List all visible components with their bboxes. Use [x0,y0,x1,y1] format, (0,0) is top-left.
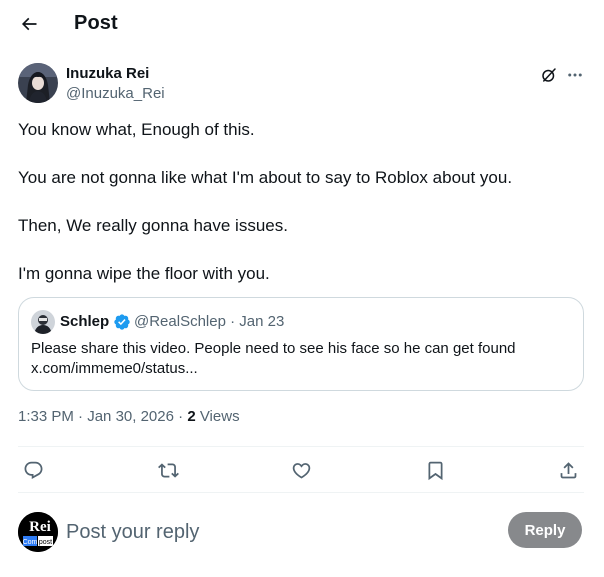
reply-composer: Rei Com post Reply [18,507,584,557]
grok-icon [542,68,556,82]
quote-link[interactable]: x.com/immeme0/status... [31,359,571,379]
current-user-avatar-image: Rei Com post [18,512,58,552]
reply-input[interactable] [66,518,466,546]
post-author: Inuzuka Rei @Inuzuka_Rei [18,63,588,105]
reply-icon [24,461,42,479]
back-button[interactable] [16,11,42,37]
post-actions [18,447,584,492]
current-user-avatar-lettering: Rei [29,519,51,535]
share-icon [560,461,576,478]
post-text: You know what, Enough of this. You are n… [18,118,584,310]
quote-text: Please share this video. People need to … [31,339,571,379]
bookmark-action-button[interactable] [422,457,448,483]
current-user-avatar-lettering: post [39,539,52,546]
page-title: Post [74,12,118,34]
heart-icon [292,462,310,479]
reply-button[interactable]: Reply [508,512,582,548]
post-paragraph: You are not gonna like what I'm about to… [18,168,513,187]
reply-action-button[interactable] [20,457,46,483]
bookmark-icon [428,461,442,480]
views-label: Views [199,408,240,425]
back-arrow-icon [21,17,37,31]
separator-dot: · [78,408,88,425]
verified-badge-icon [114,314,130,330]
quoted-post[interactable]: Schlep @RealSchlep · Jan 23 Please share… [18,297,584,391]
author-handle[interactable]: @Inuzuka_Rei [66,85,165,102]
repost-icon [157,462,179,478]
separator-dot: · [178,408,188,425]
header: Post [0,0,604,50]
quote-author-handle: @RealSchlep [134,313,226,330]
current-user-avatar[interactable]: Rei Com post [18,512,58,552]
divider [18,492,584,493]
post-paragraph: You know what, Enough of this. [18,120,255,139]
author-avatar[interactable] [18,63,58,103]
share-action-button[interactable] [555,457,581,483]
repost-action-button[interactable] [155,457,181,483]
quote-date: Jan 23 [239,313,285,330]
grok-button[interactable] [538,64,560,86]
post-timestamp-row: 1:33 PM · Jan 30, 2026 · 2 Views [18,408,240,425]
post-time[interactable]: 1:33 PM [18,408,74,425]
views-count: 2 [187,408,196,425]
post-date[interactable]: Jan 30, 2026 [87,408,174,425]
quote-avatar-image [31,310,55,334]
post-paragraph: I'm gonna wipe the floor with you. [18,264,270,283]
author-avatar-image [18,63,58,103]
quote-author-name: Schlep [60,313,110,330]
separator-dot: · [230,313,240,330]
more-options-button[interactable] [564,64,586,86]
quote-author-avatar [31,310,55,334]
author-display-name[interactable]: Inuzuka Rei [66,65,149,82]
quote-text-line: Please share this video. People need to … [31,340,516,357]
more-icon [568,73,582,77]
post-paragraph: Then, We really gonna have issues. [18,216,288,235]
current-user-avatar-lettering: Com [23,539,38,546]
quote-meta: @RealSchlep · Jan 23 [134,313,284,330]
like-action-button[interactable] [288,457,314,483]
